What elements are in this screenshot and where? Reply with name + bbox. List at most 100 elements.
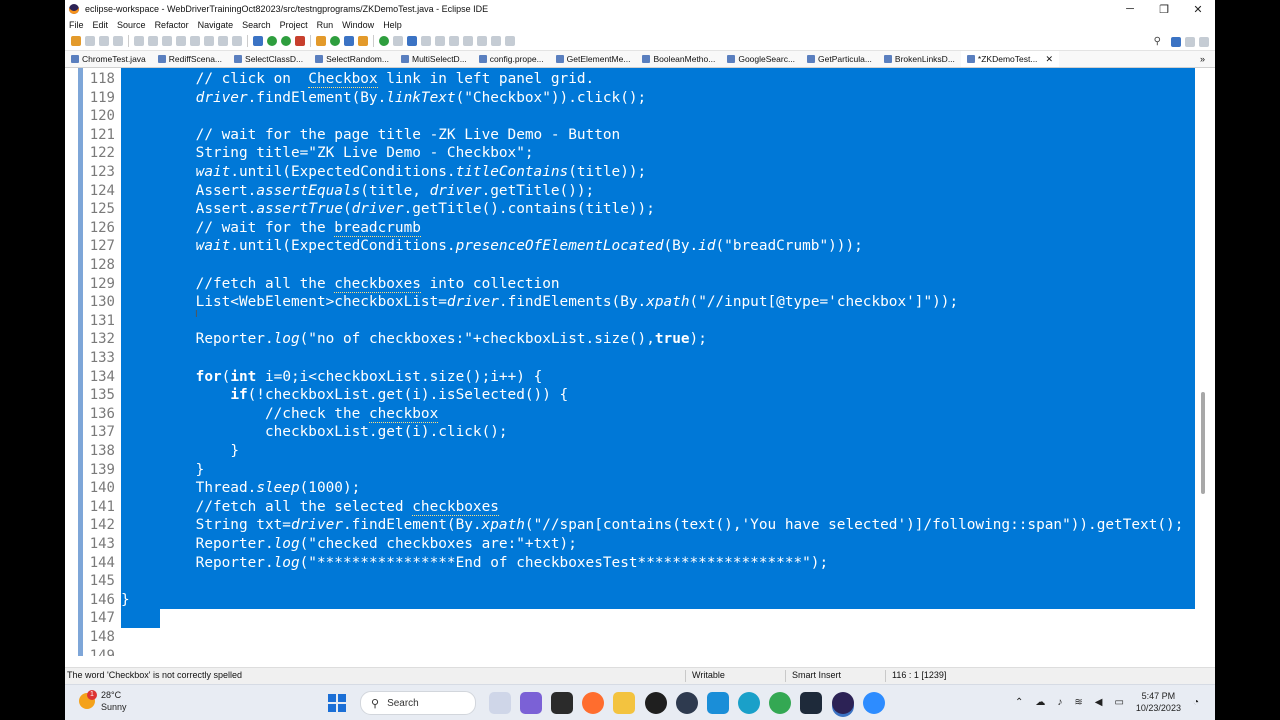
clock[interactable]: 5:47 PM 10/23/2023 bbox=[1136, 690, 1181, 714]
network-icon[interactable]: ☁ bbox=[1035, 697, 1045, 708]
show-whitespace-icon[interactable] bbox=[421, 36, 431, 46]
menu-window[interactable]: Window bbox=[342, 20, 374, 30]
code-line: Thread.sleep(1000); bbox=[195, 480, 361, 497]
menu-run[interactable]: Run bbox=[317, 20, 334, 30]
forward-icon[interactable] bbox=[491, 36, 501, 46]
tab-selectrandom[interactable]: SelectRandom... bbox=[309, 51, 395, 67]
store-app-icon[interactable] bbox=[706, 692, 729, 714]
firefox-icon[interactable] bbox=[582, 692, 605, 714]
battery-icon[interactable]: ▭ bbox=[1114, 697, 1123, 708]
disconnect-icon[interactable] bbox=[204, 36, 214, 46]
zoom-icon[interactable] bbox=[862, 692, 885, 714]
tab-rediffscena[interactable]: RediffScena... bbox=[152, 51, 228, 67]
vertical-scroll-thumb[interactable] bbox=[1201, 392, 1205, 494]
save-icon[interactable] bbox=[85, 36, 95, 46]
tab-getelementme[interactable]: GetElementMe... bbox=[550, 51, 637, 67]
task-view-icon[interactable] bbox=[488, 692, 511, 714]
status-insert-mode[interactable]: Smart Insert bbox=[785, 670, 841, 682]
step-into-icon[interactable] bbox=[218, 36, 228, 46]
tab-config[interactable]: config.prope... bbox=[473, 51, 550, 67]
eclipse-taskbar-icon[interactable] bbox=[831, 692, 854, 714]
pin-editor-icon[interactable] bbox=[505, 36, 515, 46]
tab-booleanmetho[interactable]: BooleanMetho... bbox=[636, 51, 721, 67]
tab-chrometest[interactable]: ChromeTest.java bbox=[65, 51, 152, 67]
teams-chat-icon[interactable] bbox=[519, 692, 542, 714]
chrome-icon[interactable] bbox=[769, 692, 792, 714]
back-icon[interactable] bbox=[477, 36, 487, 46]
tab-googlesearc[interactable]: GoogleSearc... bbox=[721, 51, 801, 67]
menu-source[interactable]: Source bbox=[117, 20, 146, 30]
wifi-icon[interactable]: ≋ bbox=[1074, 697, 1082, 708]
menu-file[interactable]: File bbox=[69, 20, 84, 30]
open-type-icon[interactable] bbox=[358, 36, 368, 46]
search-icon[interactable]: ⚲ bbox=[1154, 36, 1161, 47]
toggle-block-icon[interactable] bbox=[407, 36, 417, 46]
menu-refactor[interactable]: Refactor bbox=[155, 20, 189, 30]
tab-getparticula[interactable]: GetParticula... bbox=[801, 51, 878, 67]
last-edit-icon[interactable] bbox=[463, 36, 473, 46]
media-app-icon[interactable] bbox=[675, 692, 698, 714]
main-toolbar: ⚲ bbox=[65, 32, 1215, 51]
suspend-icon[interactable] bbox=[176, 36, 186, 46]
run-icon[interactable] bbox=[267, 36, 277, 46]
maximize-button[interactable]: ❐ bbox=[1147, 0, 1181, 18]
print-icon[interactable] bbox=[113, 36, 123, 46]
menu-help[interactable]: Help bbox=[383, 20, 402, 30]
next-annotation-icon[interactable] bbox=[435, 36, 445, 46]
weather-condition: Sunny bbox=[101, 702, 127, 712]
microphone-icon[interactable]: ♪ bbox=[1057, 697, 1062, 708]
tab-close-icon[interactable]: ✕ bbox=[1045, 54, 1053, 65]
skip-breakpoints-icon[interactable] bbox=[148, 36, 158, 46]
tab-label: SelectClassD... bbox=[245, 54, 304, 64]
taskbar-search[interactable]: ⚲ Search bbox=[360, 691, 476, 715]
edge-icon[interactable] bbox=[738, 692, 761, 714]
tab-multiselectd[interactable]: MultiSelectD... bbox=[395, 51, 473, 67]
code-line: Reporter.log("****************End of che… bbox=[195, 554, 829, 571]
previous-annotation-icon[interactable] bbox=[449, 36, 459, 46]
close-button[interactable]: ✕ bbox=[1181, 0, 1215, 18]
vscode-icon[interactable] bbox=[800, 692, 823, 714]
save-all-icon[interactable] bbox=[99, 36, 109, 46]
line-number: 123 bbox=[89, 164, 115, 180]
code-editor[interactable]: 118 119 120 121 122 123 124 125 126 127 … bbox=[65, 68, 1215, 656]
new-package-icon[interactable] bbox=[330, 36, 340, 46]
start-button[interactable] bbox=[328, 694, 346, 712]
debug-perspective-icon[interactable] bbox=[1185, 36, 1195, 47]
notifications-icon[interactable]: ◔ bbox=[1193, 697, 1199, 708]
menu-navigate[interactable]: Navigate bbox=[198, 20, 234, 30]
terminal-icon[interactable] bbox=[134, 36, 144, 46]
java-perspective-icon[interactable] bbox=[1171, 36, 1181, 47]
search-toolbar-icon[interactable] bbox=[379, 36, 389, 46]
tab-selectclassd[interactable]: SelectClassD... bbox=[228, 51, 309, 67]
menu-search[interactable]: Search bbox=[242, 20, 271, 30]
resume-icon[interactable] bbox=[162, 36, 172, 46]
new-java-project-icon[interactable] bbox=[316, 36, 326, 46]
menu-edit[interactable]: Edit bbox=[93, 20, 109, 30]
minimize-button[interactable]: ─ bbox=[1113, 0, 1147, 18]
dell-icon[interactable] bbox=[644, 692, 667, 714]
tab-brokenlinksd[interactable]: BrokenLinksD... bbox=[878, 51, 961, 67]
new-class-icon[interactable] bbox=[344, 36, 354, 46]
editor-tabs: ChromeTest.java RediffScena... SelectCla… bbox=[65, 51, 1215, 68]
git-perspective-icon[interactable] bbox=[1199, 36, 1209, 47]
tab-zkdemotest[interactable]: *ZKDemoTest... ✕ bbox=[960, 51, 1059, 67]
coverage-icon[interactable] bbox=[281, 36, 291, 46]
toggle-mark-icon[interactable] bbox=[393, 36, 403, 46]
selection-highlight-tail bbox=[121, 609, 160, 628]
vertical-scrollbar[interactable] bbox=[1199, 68, 1207, 656]
chevron-up-icon[interactable]: ⌃ bbox=[1015, 697, 1023, 708]
external-tools-icon[interactable] bbox=[295, 36, 305, 46]
sun-icon: 1 bbox=[79, 690, 97, 709]
new-icon[interactable] bbox=[71, 36, 81, 46]
volume-icon[interactable]: ◀ bbox=[1095, 697, 1103, 708]
terminate-icon[interactable] bbox=[190, 36, 200, 46]
menu-project[interactable]: Project bbox=[280, 20, 308, 30]
step-over-icon[interactable] bbox=[232, 36, 242, 46]
tab-label: GoogleSearc... bbox=[738, 54, 796, 64]
debug-icon[interactable] bbox=[253, 36, 263, 46]
code-text-area[interactable]: // click on Checkbox link in left panel … bbox=[121, 68, 1195, 656]
tab-overflow-icon[interactable]: » bbox=[1200, 54, 1205, 64]
camera-app-icon[interactable] bbox=[550, 692, 573, 714]
weather-widget[interactable]: 1 28°C Sunny bbox=[79, 689, 127, 713]
file-explorer-icon[interactable] bbox=[613, 692, 636, 714]
